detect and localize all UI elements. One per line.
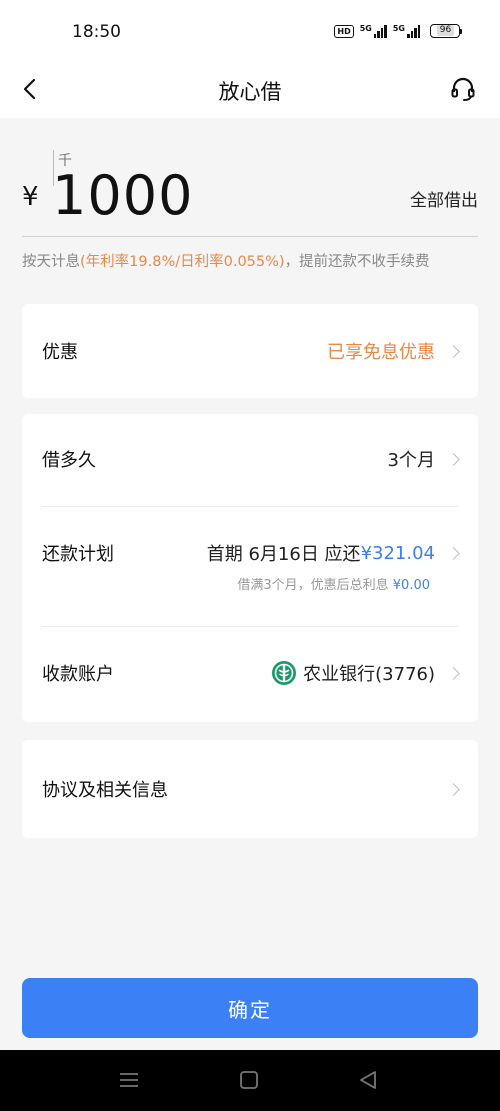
signal-icon: 5G xyxy=(360,24,387,38)
borrow-all-button[interactable]: 全部借出 xyxy=(410,186,478,211)
customer-service-button[interactable] xyxy=(448,74,478,104)
hd-icon: HD xyxy=(334,24,354,38)
status-icons: HD 5G 5G 96 xyxy=(334,24,462,38)
chevron-right-icon xyxy=(447,782,460,796)
amount-input[interactable]: 1000 xyxy=(52,164,193,227)
receiving-account-label: 收款账户 xyxy=(42,664,114,685)
agreement-value xyxy=(435,782,460,796)
home-nav-button[interactable] xyxy=(237,1068,261,1092)
chevron-right-icon xyxy=(447,344,460,358)
back-nav-button[interactable] xyxy=(356,1068,380,1092)
back-triangle-icon xyxy=(360,1071,376,1089)
home-square-icon xyxy=(240,1071,258,1089)
row-divider xyxy=(42,626,458,627)
repayment-plan-row[interactable]: 还款计划 首期 6月16日 应还 ¥321.04 xyxy=(42,540,460,566)
receiving-account-value: 农业银行(3776) xyxy=(271,660,460,686)
status-time: 18:50 xyxy=(72,22,121,42)
discount-row[interactable]: 优惠 已享免息优惠 xyxy=(42,338,460,364)
row-divider xyxy=(42,506,458,507)
agreement-card[interactable]: 协议及相关信息 xyxy=(22,740,478,838)
amount-divider xyxy=(22,236,478,237)
agreement-label: 协议及相关信息 xyxy=(42,780,168,801)
total-interest-note: 借满3个月，优惠后总利息 ¥0.00 xyxy=(237,578,430,593)
loan-term-row[interactable]: 借多久 3个月 xyxy=(42,446,460,472)
amount-section: 千 ¥ 1000 全部借出 按天计息(年利率19.8%/日利率0.055%)，提… xyxy=(0,118,500,278)
chevron-right-icon xyxy=(447,546,460,560)
rate-note-suffix: ，提前还款不收手续费 xyxy=(284,254,430,270)
repayment-plan-label: 还款计划 xyxy=(42,544,114,565)
interest-rate-note: 按天计息(年利率19.8%/日利率0.055%)，提前还款不收手续费 xyxy=(22,250,430,271)
agreement-row[interactable]: 协议及相关信息 xyxy=(42,776,460,802)
total-interest-amount: ¥0.00 xyxy=(392,578,430,593)
first-payment-amount: ¥321.04 xyxy=(360,542,435,564)
discount-value: 已享免息优惠 xyxy=(327,338,460,364)
rate-note-highlight: (年利率19.8%/日利率0.055%) xyxy=(80,254,285,270)
battery-icon: 96 xyxy=(430,24,462,38)
signal-icon-2: 5G xyxy=(393,24,420,38)
menu-icon xyxy=(120,1073,138,1087)
discount-label: 优惠 xyxy=(42,342,78,363)
system-nav-bar xyxy=(0,1050,500,1111)
chevron-right-icon xyxy=(447,452,460,466)
confirm-button[interactable]: 确定 xyxy=(22,978,478,1038)
menu-nav-button[interactable] xyxy=(117,1068,141,1092)
loan-term-value: 3个月 xyxy=(388,446,460,472)
status-bar: 18:50 HD 5G 5G 96 xyxy=(0,0,500,62)
abc-bank-icon xyxy=(272,661,297,685)
app-header: 放心借 xyxy=(0,62,500,118)
repayment-plan-value: 首期 6月16日 应还 ¥321.04 xyxy=(207,540,460,566)
loan-term-label: 借多久 xyxy=(42,450,96,471)
page-title: 放心借 xyxy=(218,80,282,104)
chevron-right-icon xyxy=(447,666,460,680)
discount-card[interactable]: 优惠 已享免息优惠 xyxy=(22,304,478,398)
receiving-account-row[interactable]: 收款账户 农业银行(3776) xyxy=(42,660,460,686)
loan-details-card: 借多久 3个月 还款计划 首期 6月16日 应还 ¥321.04 借满3个月，优… xyxy=(22,414,478,722)
currency-symbol: ¥ xyxy=(22,182,39,212)
headset-icon xyxy=(451,77,475,101)
rate-note-prefix: 按天计息 xyxy=(22,254,80,270)
